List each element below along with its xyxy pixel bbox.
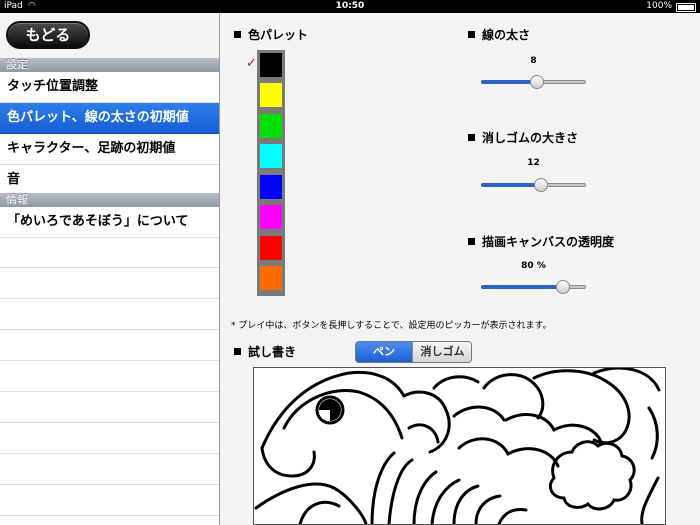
- bullet-icon: [468, 31, 475, 38]
- back-button[interactable]: もどる: [6, 21, 90, 49]
- sidebar-item-character-defaults[interactable]: キャラクター、足跡の初期値: [0, 134, 219, 165]
- section-header-settings: 設定: [0, 58, 219, 72]
- test-drawing-title: 試し書き: [234, 343, 296, 360]
- bullet-icon: [468, 238, 475, 245]
- settings-detail: 色パレット ✓ 線の太さ 8 消しゴムの大きさ 12 描画キャンバスの透明度 8…: [220, 13, 700, 525]
- color-swatch-black[interactable]: [260, 53, 282, 77]
- canvas-opacity-title-text: 描画キャンバスの透明度: [482, 235, 615, 249]
- line-width-title-text: 線の太さ: [482, 28, 531, 42]
- slider-knob[interactable]: [556, 280, 570, 294]
- battery-percent: 100%: [646, 1, 672, 11]
- test-drawing-canvas[interactable]: [253, 367, 666, 525]
- pen-tool-button[interactable]: ペン: [356, 342, 412, 362]
- eraser-size-title: 消しゴムの大きさ: [468, 129, 578, 146]
- sidebar-item-sound[interactable]: 音: [0, 165, 219, 196]
- palette-title-text: 色パレット: [248, 28, 309, 42]
- color-swatch-green[interactable]: [260, 114, 282, 138]
- test-drawing-title-text: 試し書き: [248, 345, 297, 359]
- tool-segmented-control: ペン 消しゴム: [355, 341, 472, 363]
- color-swatch-orange[interactable]: [260, 266, 282, 290]
- battery-icon: [676, 3, 696, 12]
- canvas-drawing: [254, 368, 661, 524]
- color-palette: [257, 50, 285, 296]
- color-swatch-red[interactable]: [260, 236, 282, 260]
- line-width-value: 8: [530, 56, 537, 66]
- sidebar-item-palette-defaults[interactable]: 色パレット、線の太さの初期値: [0, 103, 219, 134]
- clock: 10:50: [335, 1, 365, 11]
- selected-check-icon: ✓: [246, 56, 257, 71]
- color-swatch-magenta[interactable]: [260, 205, 282, 229]
- canvas-opacity-title: 描画キャンバスの透明度: [468, 233, 614, 250]
- slider-knob[interactable]: [534, 178, 548, 192]
- color-swatch-blue[interactable]: [260, 175, 282, 199]
- line-width-title: 線の太さ: [468, 26, 530, 43]
- settings-sidebar: もどる 設定 タッチ位置調整 色パレット、線の太さの初期値 キャラクター、足跡の…: [0, 13, 220, 525]
- palette-title: 色パレット: [234, 26, 308, 43]
- drawing-strokes: [254, 368, 661, 524]
- slider-fill: [481, 80, 537, 84]
- section-header-info: 情報: [0, 193, 219, 207]
- eraser-size-value: 12: [527, 158, 540, 168]
- picker-hint: * プレイ中は、ボタンを長押しすることで、設定用のピッカーが表示されます。: [231, 321, 552, 331]
- slider-knob[interactable]: [530, 75, 544, 89]
- line-width-slider[interactable]: [481, 75, 586, 89]
- eraser-tool-button[interactable]: 消しゴム: [412, 342, 471, 362]
- canvas-opacity-slider[interactable]: [481, 280, 586, 294]
- color-swatch-cyan[interactable]: [260, 144, 282, 168]
- eraser-size-title-text: 消しゴムの大きさ: [482, 131, 579, 145]
- canvas-opacity-value: 80 %: [521, 261, 546, 271]
- bullet-icon: [468, 134, 475, 141]
- slider-fill: [481, 285, 563, 289]
- eraser-size-slider[interactable]: [481, 178, 586, 192]
- status-bar: iPad ◠ 10:50 100%: [0, 0, 700, 13]
- slider-fill: [481, 183, 541, 187]
- sidebar-item-about[interactable]: 「めいろであそぼう」について: [0, 207, 219, 238]
- sidebar-toolbar: もどる: [0, 13, 219, 58]
- sidebar-item-touch-calibration[interactable]: タッチ位置調整: [0, 72, 219, 103]
- color-swatch-yellow[interactable]: [260, 83, 282, 107]
- bullet-icon: [234, 348, 241, 355]
- bullet-icon: [234, 31, 241, 38]
